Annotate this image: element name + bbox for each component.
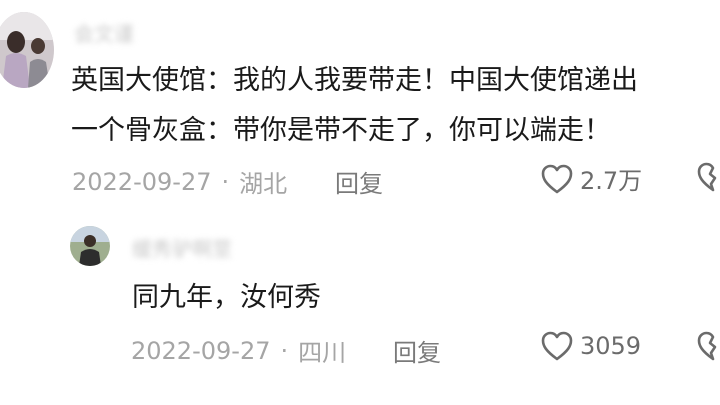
comment-meta: 2022-09-27 · 湖北 <box>72 164 287 199</box>
reply-like-button[interactable]: 3059 <box>540 330 641 362</box>
comment-location: 湖北 <box>239 170 288 198</box>
reply-like-count: 3059 <box>580 332 642 360</box>
broken-heart-icon <box>697 162 717 192</box>
avatar[interactable] <box>0 12 54 88</box>
reply-username[interactable]: 缓秀驴啊莖 <box>132 233 232 262</box>
meta-separator: · <box>221 167 230 196</box>
reply-dislike-button[interactable] <box>696 330 720 366</box>
reply-button[interactable]: 回复 <box>335 164 383 199</box>
reply-date: 2022-09-27 <box>131 336 271 365</box>
comment-text-line-1: 英国大使馆：我的人我要带走！中国大使馆递出 <box>71 65 638 96</box>
reply-reply-button[interactable]: 回复 <box>393 333 441 368</box>
meta-separator: · <box>280 336 289 365</box>
like-button[interactable]: 2.7万 <box>540 161 642 196</box>
like-count: 2.7万 <box>580 167 643 195</box>
reply-avatar[interactable] <box>70 226 110 266</box>
reply-text: 同九年，汝何秀 <box>132 282 321 313</box>
comment-date: 2022-09-27 <box>72 167 212 196</box>
broken-heart-icon <box>697 331 717 361</box>
comment-username[interactable]: 会文谨 <box>74 18 134 47</box>
reply-location: 四川 <box>298 339 347 367</box>
heart-icon <box>541 331 573 361</box>
comment-text-line-2: 一个骨灰盒：带你是带不走了，你可以端走！ <box>71 115 611 146</box>
heart-icon <box>541 164 573 193</box>
reply-meta: 2022-09-27 · 四川 <box>131 333 346 368</box>
dislike-button[interactable] <box>696 161 720 197</box>
